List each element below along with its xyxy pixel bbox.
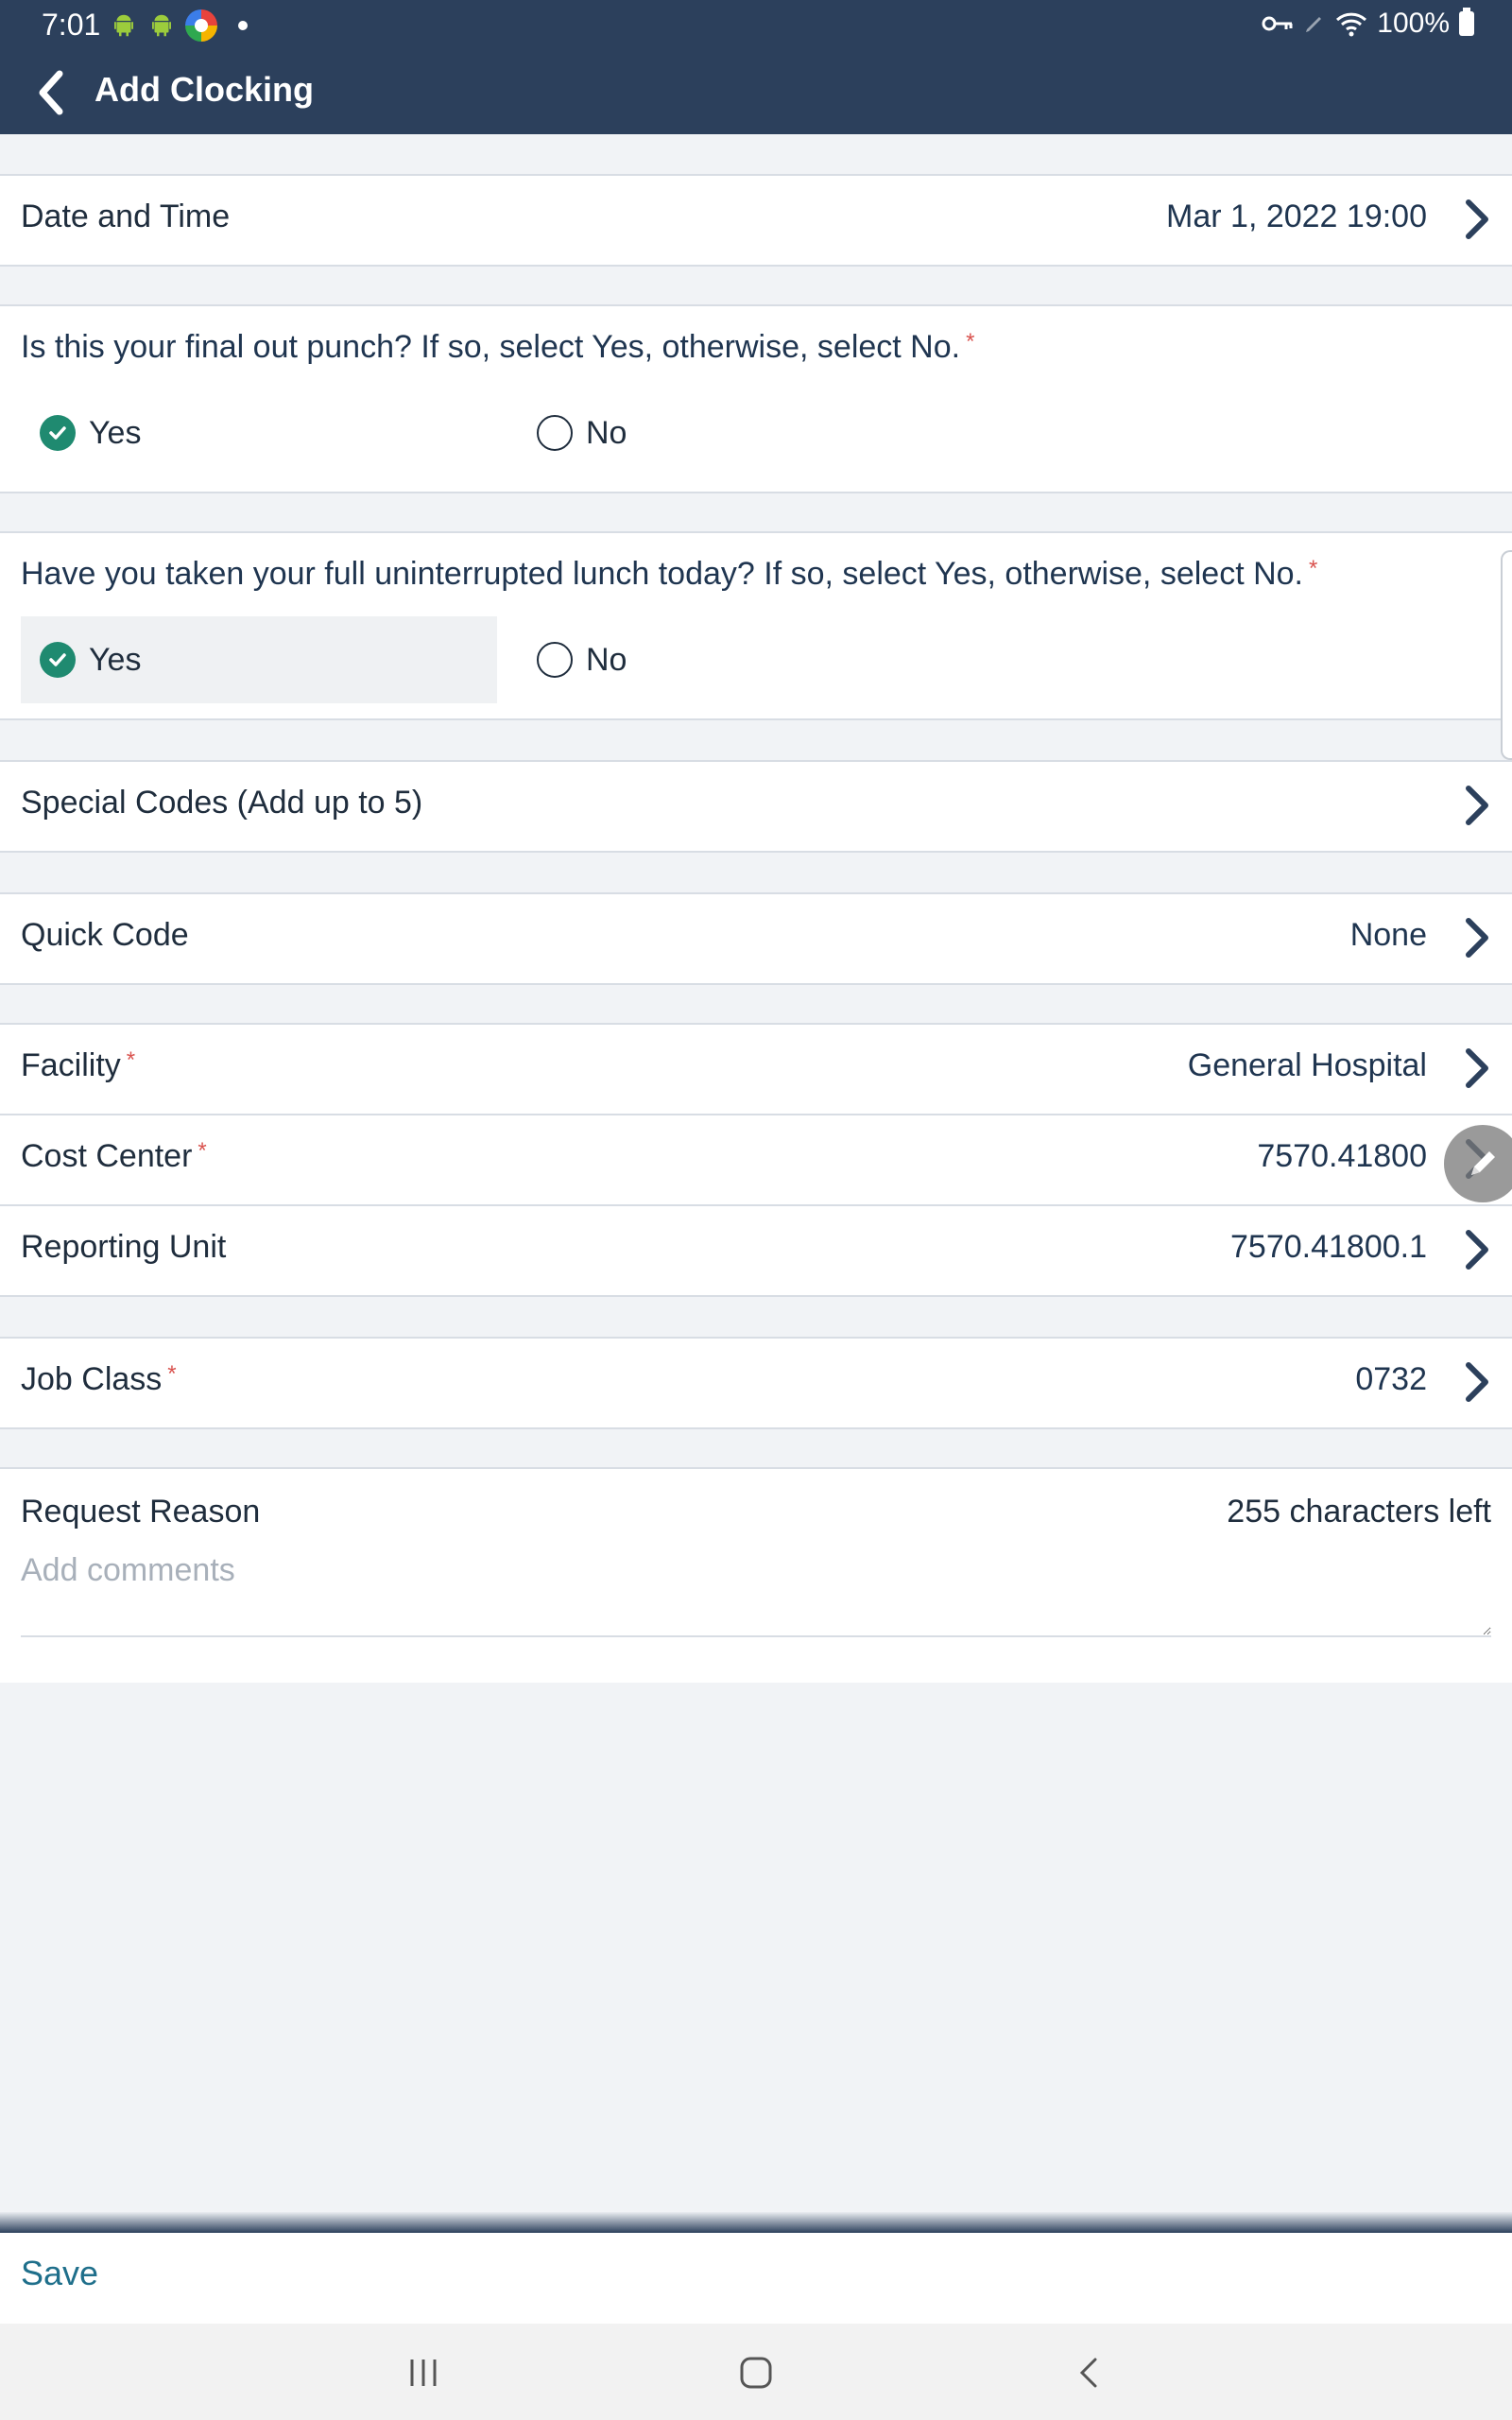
facility-row[interactable]: Facility * General Hospital — [0, 1023, 1512, 1115]
chevron-right-icon — [1466, 918, 1488, 958]
final-punch-section: Is this your final out punch? If so, sel… — [0, 304, 1512, 493]
final-punch-yes-label: Yes — [89, 414, 142, 451]
cost-center-label: Cost Center — [21, 1138, 193, 1174]
final-punch-question: Is this your final out punch? If so, sel… — [21, 329, 961, 365]
browser-icon — [185, 9, 217, 42]
scroll-tab[interactable] — [1501, 550, 1512, 760]
recent-apps-icon — [410, 2360, 437, 2386]
home-icon — [740, 2357, 772, 2389]
recent-apps-button[interactable] — [395, 2344, 452, 2401]
android-icon — [152, 14, 171, 37]
save-button[interactable]: Save — [21, 2254, 98, 2293]
battery-icon — [1459, 8, 1474, 36]
lunch-question: Have you taken your full uninterrupted l… — [21, 556, 1303, 592]
chevron-left-icon — [39, 70, 63, 115]
quick-code-row[interactable]: Quick Code None — [0, 892, 1512, 985]
chevron-right-icon — [1466, 1362, 1488, 1402]
wifi-icon — [1336, 12, 1367, 37]
date-time-label: Date and Time — [21, 199, 231, 234]
chevron-right-icon — [1466, 786, 1488, 825]
battery-percent: 100% — [1377, 8, 1450, 39]
dot-icon — [238, 21, 248, 30]
request-reason-label: Request Reason — [21, 1494, 261, 1530]
final-punch-no-option[interactable]: No — [537, 389, 915, 476]
save-bar-divider — [0, 2212, 1512, 2233]
lunch-no-label: No — [586, 641, 627, 678]
checkmark-icon — [40, 415, 76, 451]
save-bar: Save — [0, 2233, 1512, 2324]
back-icon — [1079, 2358, 1097, 2388]
final-punch-yes-option[interactable]: Yes — [21, 389, 497, 476]
cost-center-value: 7570.41800 — [1257, 1138, 1427, 1174]
pencil-icon — [1306, 17, 1322, 32]
status-system-icons: 100% — [1262, 8, 1474, 40]
lunch-yes-label: Yes — [89, 641, 142, 678]
reporting-unit-value: 7570.41800.1 — [1230, 1229, 1427, 1265]
special-codes-row[interactable]: Special Codes (Add up to 5) — [0, 760, 1512, 853]
lunch-no-option[interactable]: No — [537, 616, 915, 703]
final-punch-no-label: No — [586, 414, 627, 451]
home-button[interactable] — [728, 2344, 784, 2401]
request-reason-section: Request Reason 255 characters left — [0, 1467, 1512, 1683]
required-marker: * — [1309, 556, 1318, 581]
system-nav-bar — [0, 2324, 1512, 2420]
required-marker: * — [167, 1361, 177, 1387]
job-class-value: 0732 — [1355, 1361, 1427, 1397]
back-button[interactable] — [25, 66, 77, 119]
characters-left-counter: 255 characters left — [1227, 1494, 1491, 1530]
facility-value: General Hospital — [1187, 1047, 1427, 1083]
lunch-yes-option[interactable]: Yes — [21, 616, 497, 703]
checkmark-icon — [40, 642, 76, 678]
required-marker: * — [966, 329, 975, 354]
facility-label: Facility — [21, 1047, 121, 1083]
special-codes-label: Special Codes (Add up to 5) — [21, 785, 423, 821]
android-icon — [114, 14, 133, 37]
quick-code-label: Quick Code — [21, 917, 189, 953]
status-notification-icons — [110, 9, 248, 42]
request-reason-input[interactable] — [21, 1547, 1491, 1637]
app-header: 7:01 100% Add Clocking — [0, 0, 1512, 134]
chevron-right-icon — [1466, 199, 1488, 239]
radio-unchecked-icon — [537, 415, 573, 451]
required-marker: * — [198, 1138, 207, 1164]
chevron-right-icon — [1466, 1230, 1488, 1270]
radio-unchecked-icon — [537, 642, 573, 678]
nav-back-button[interactable] — [1060, 2344, 1117, 2401]
chevron-right-icon — [1466, 1048, 1488, 1088]
date-time-row[interactable]: Date and Time Mar 1, 2022 19:00 — [0, 174, 1512, 267]
pencil-icon — [1471, 1151, 1495, 1175]
quick-code-value: None — [1349, 917, 1427, 953]
lunch-section: Have you taken your full uninterrupted l… — [0, 531, 1512, 720]
key-icon — [1262, 16, 1293, 31]
reporting-unit-row[interactable]: Reporting Unit 7570.41800.1 — [0, 1204, 1512, 1297]
job-class-row[interactable]: Job Class * 0732 — [0, 1337, 1512, 1429]
edit-fab-button[interactable] — [1444, 1125, 1512, 1202]
reporting-unit-label: Reporting Unit — [21, 1229, 227, 1265]
cost-center-row[interactable]: Cost Center * 7570.41800 — [0, 1114, 1512, 1206]
date-time-value: Mar 1, 2022 19:00 — [1166, 199, 1427, 234]
required-marker: * — [126, 1047, 136, 1073]
job-class-label: Job Class — [21, 1361, 163, 1397]
page-title: Add Clocking — [94, 70, 314, 109]
status-time: 7:01 — [42, 8, 101, 42]
